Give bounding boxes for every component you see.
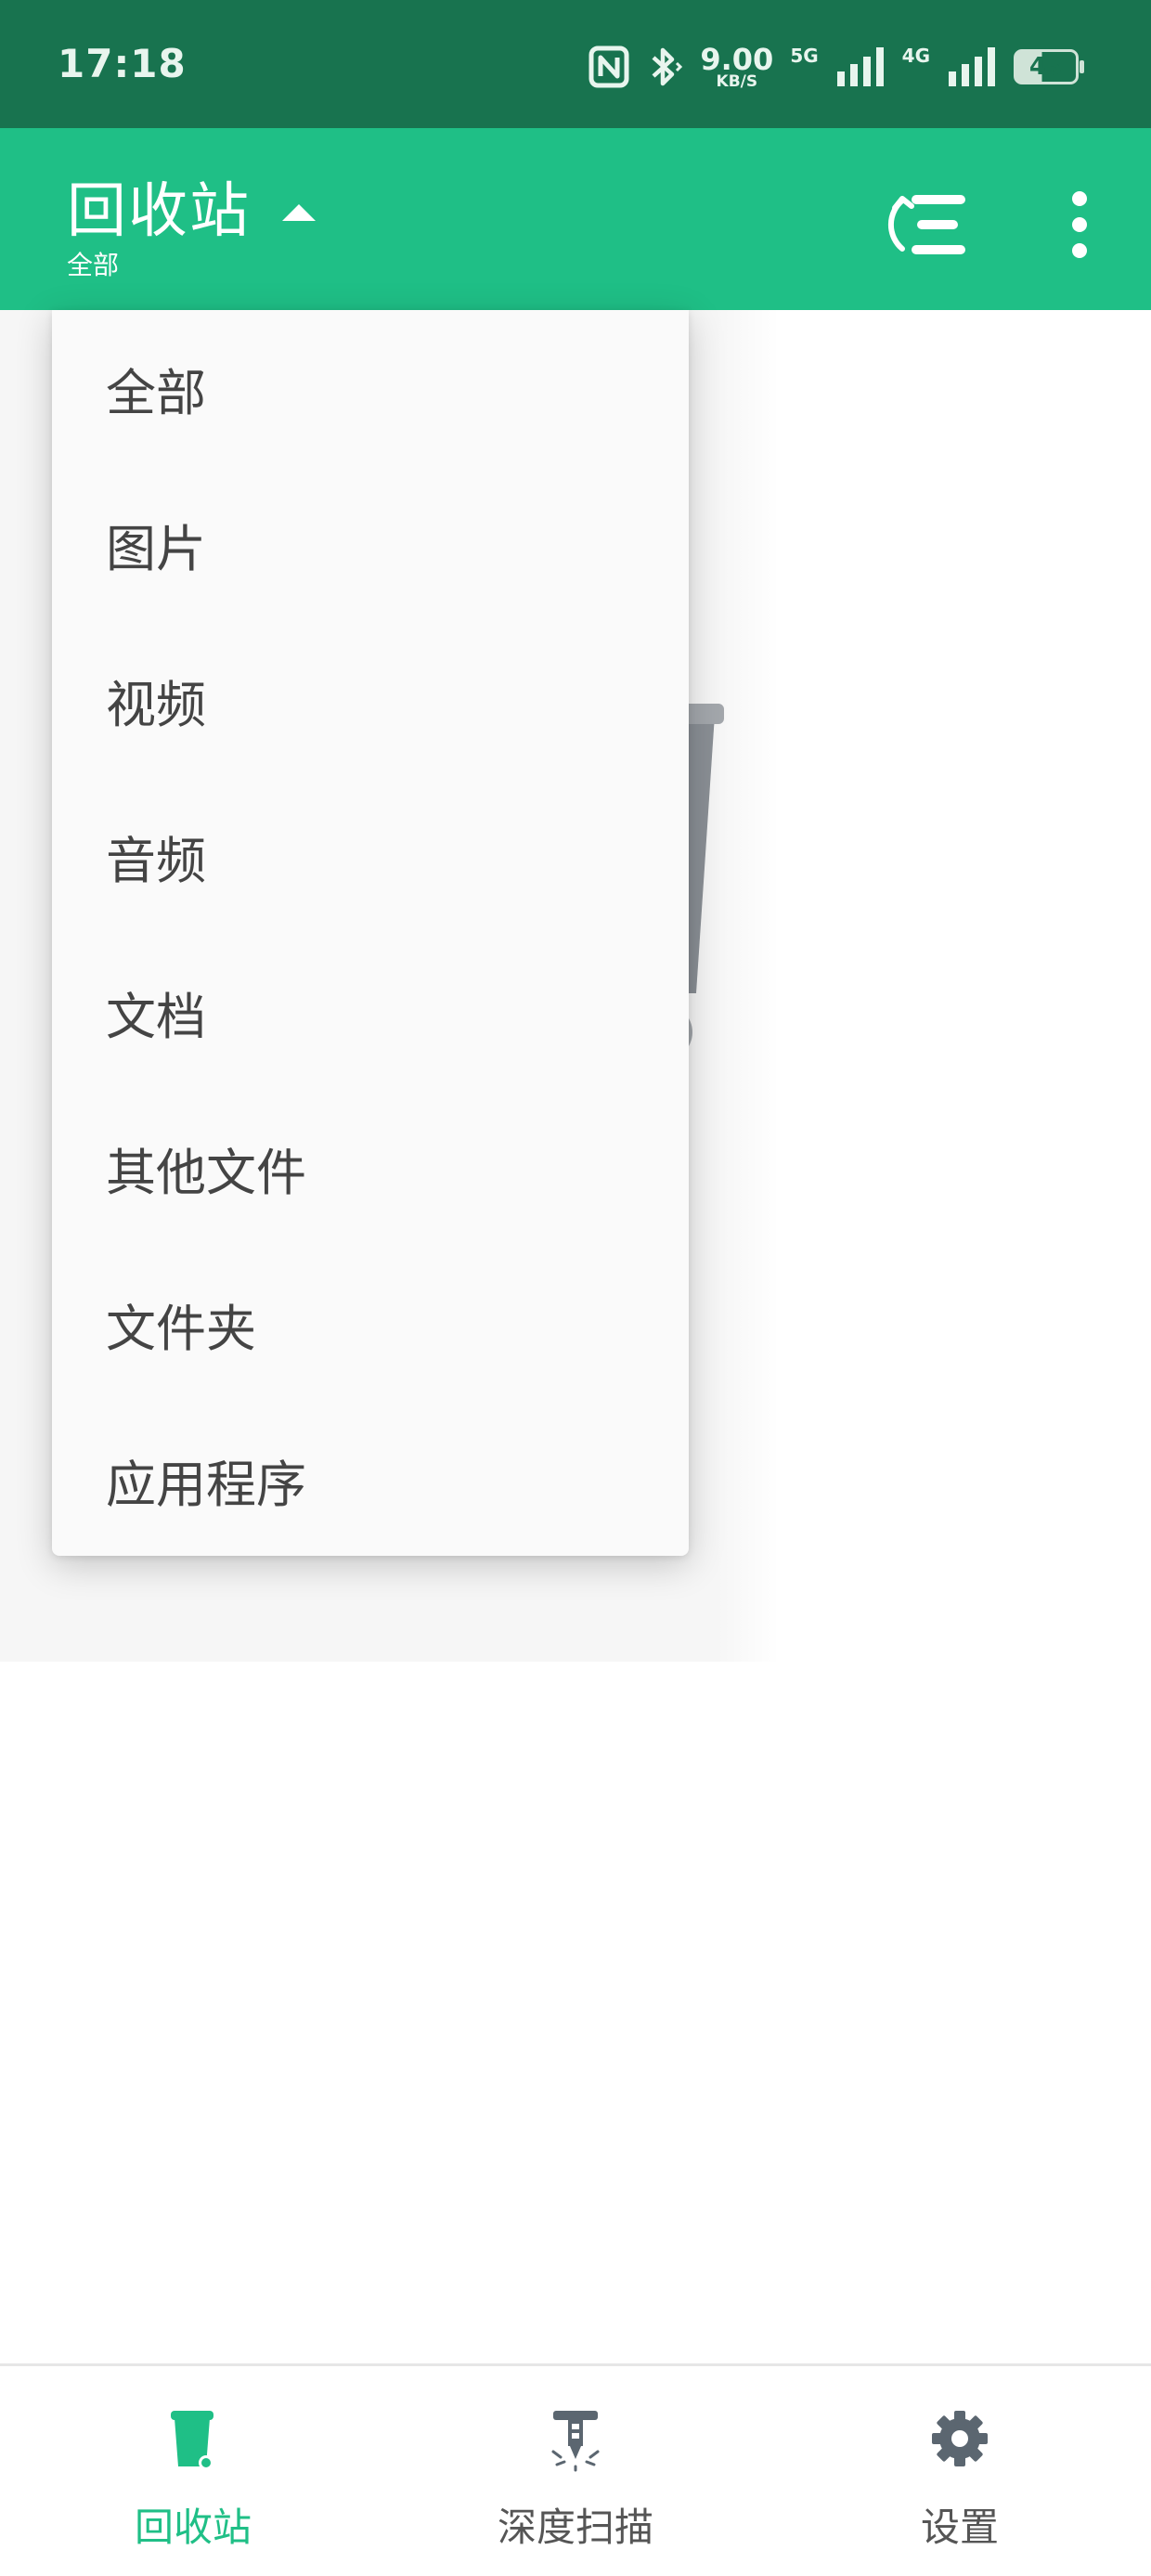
bottom-navigation: 回收站 深度扫描 设置 <box>0 2363 1151 2576</box>
nav-label-settings: 设置 <box>920 2505 999 2550</box>
status-bar: 17:18 9.00 KB/S 5G 4G 43 <box>0 0 1151 128</box>
menu-item-other-files[interactable]: 其他文件 <box>52 1090 689 1246</box>
net-speed: 9.00 KB/S <box>700 45 773 90</box>
bluetooth-icon <box>652 47 683 86</box>
battery-icon: 43 <box>1014 49 1084 84</box>
menu-item-folders[interactable]: 文件夹 <box>52 1246 689 1402</box>
signal-icon <box>836 47 884 86</box>
menu-item-documents[interactable]: 文档 <box>52 934 689 1090</box>
menu-item-images[interactable]: 图片 <box>52 466 689 622</box>
nav-item-deep-scan[interactable]: 深度扫描 <box>436 2366 715 2576</box>
restore-icon[interactable] <box>884 188 973 262</box>
nav-item-settings[interactable]: 设置 <box>821 2366 1099 2576</box>
more-options-icon[interactable] <box>1066 189 1093 260</box>
menu-item-videos[interactable]: 视频 <box>52 622 689 778</box>
menu-item-audio[interactable]: 音频 <box>52 778 689 934</box>
menu-item-all[interactable]: 全部 <box>52 310 689 466</box>
recycle-bin-icon <box>171 2411 213 2470</box>
nav-label-deep-scan: 深度扫描 <box>497 2505 653 2550</box>
menu-item-apps[interactable]: 应用程序 <box>52 1402 689 1558</box>
signal-icon <box>949 47 995 86</box>
filter-subtitle[interactable]: 全部 <box>67 245 119 282</box>
page-title[interactable]: 回收站 <box>67 163 251 249</box>
nfc-icon <box>588 45 629 88</box>
signal2-label: 4G <box>901 45 930 67</box>
status-time: 17:18 <box>58 41 187 86</box>
net-speed-unit: KB/S <box>716 71 758 91</box>
gear-icon <box>932 2411 988 2466</box>
signal1-label: 5G <box>790 45 819 67</box>
battery-level: 43 <box>1028 53 1064 81</box>
nav-label-recycle-bin: 回收站 <box>134 2505 252 2550</box>
status-icons: 9.00 KB/S 5G 4G 43 <box>588 39 1084 95</box>
filter-dropdown-menu: 全部 图片 视频 音频 文档 其他文件 文件夹 应用程序 <box>52 310 689 1556</box>
net-speed-value: 9.00 <box>700 41 774 77</box>
app-bar: 回收站 全部 <box>0 128 1151 310</box>
nav-item-recycle-bin[interactable]: 回收站 <box>54 2366 332 2576</box>
caret-up-icon[interactable] <box>282 204 316 221</box>
deep-scan-icon <box>551 2411 600 2472</box>
